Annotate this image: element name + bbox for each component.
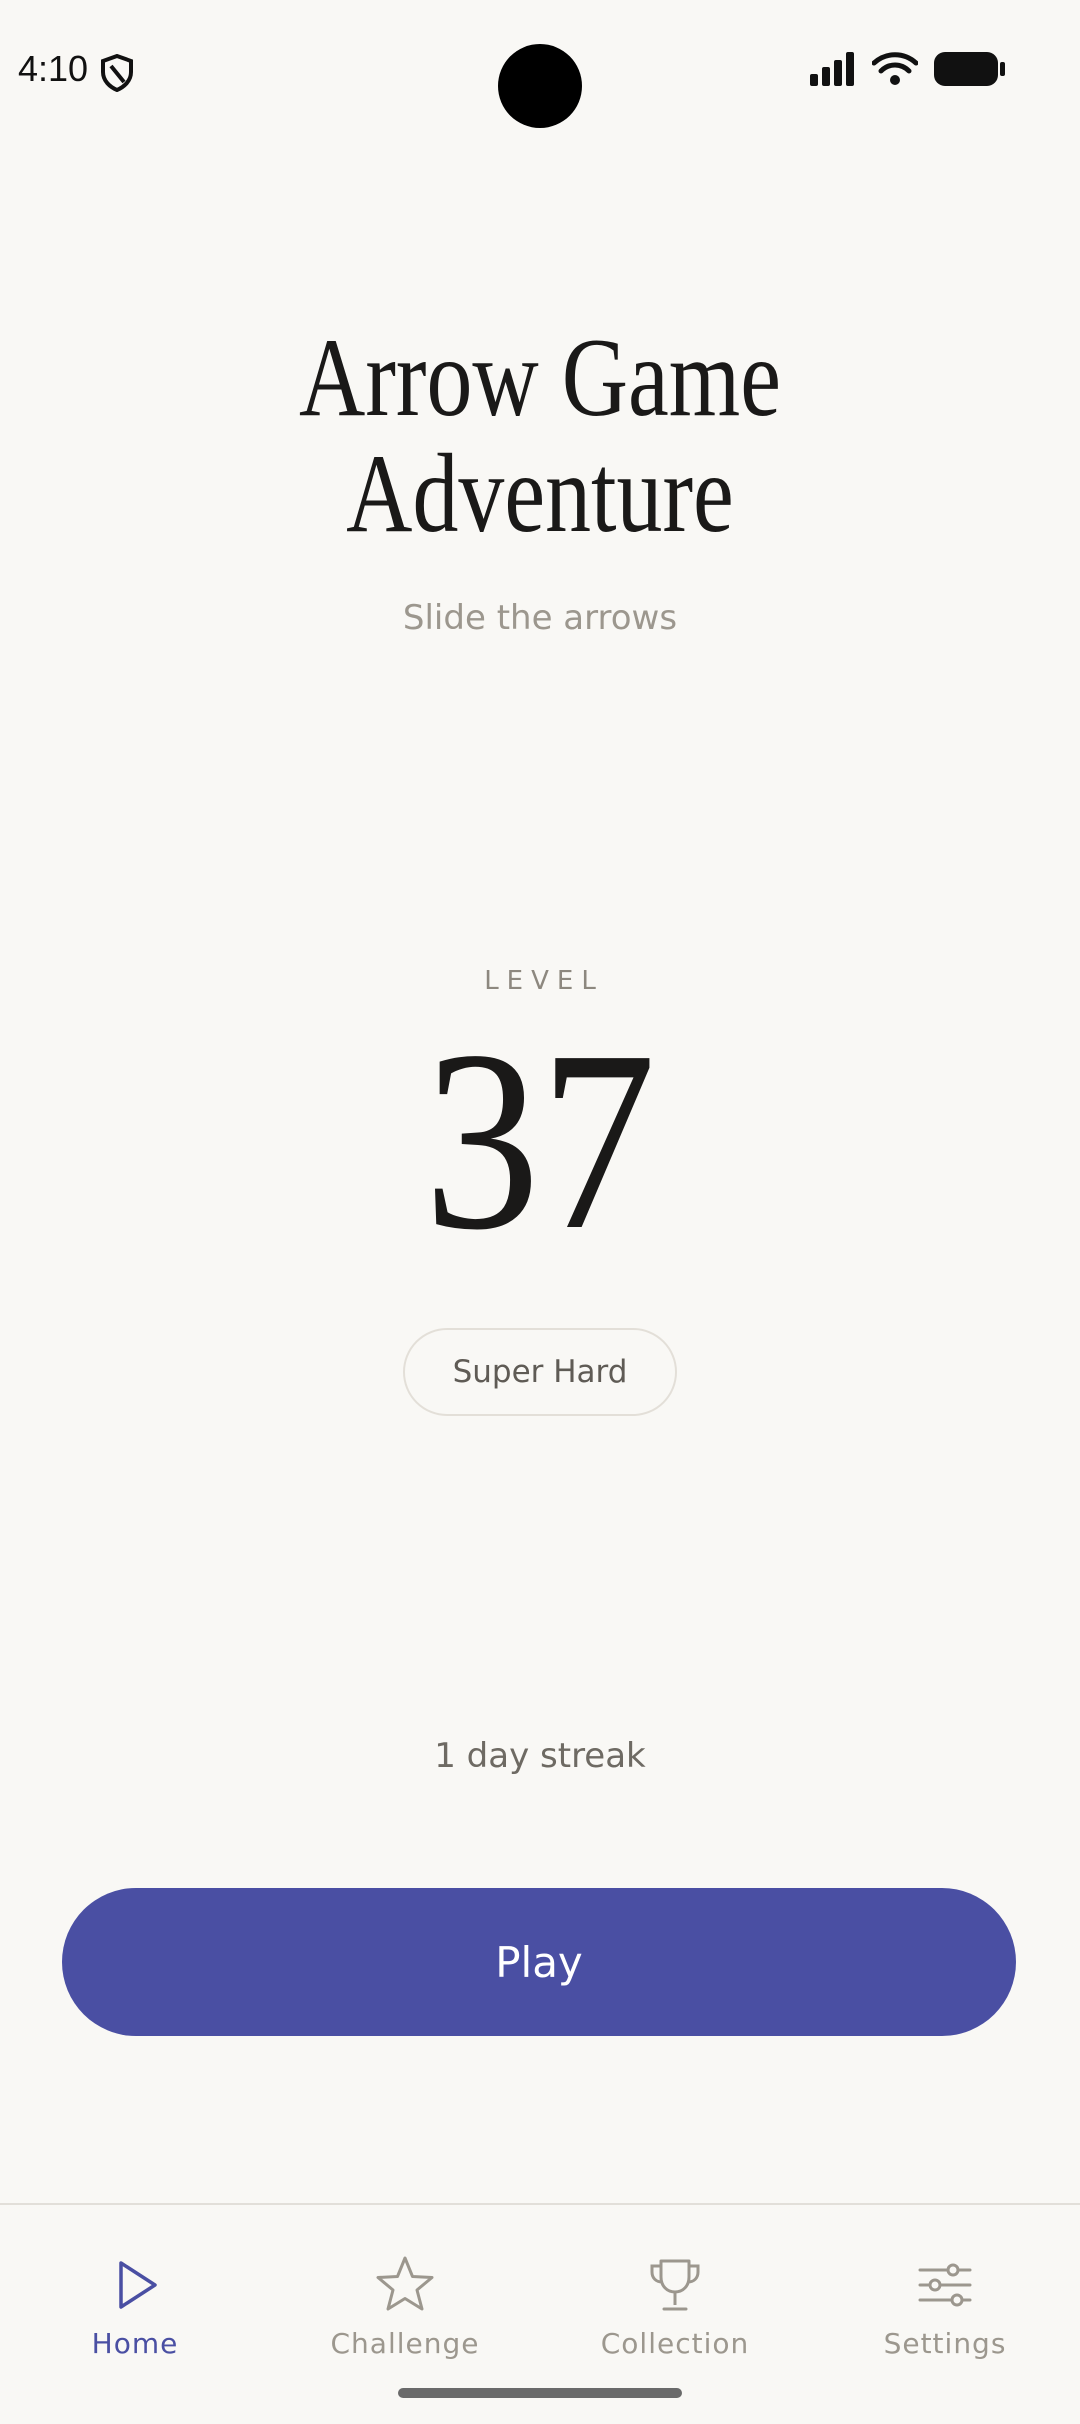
level-label: LEVEL (484, 966, 604, 996)
game-title: Arrow Game Adventure (299, 316, 781, 556)
home-indicator (398, 2388, 682, 2398)
play-button[interactable]: Play (62, 1888, 1016, 2036)
status-bar: 4:10 (0, 0, 1080, 140)
shield-icon (101, 54, 133, 92)
status-time: 4:10 (18, 48, 89, 89)
battery-icon (934, 52, 1005, 86)
nav-item-settings[interactable]: Settings (810, 2205, 1080, 2424)
signal-icon (810, 52, 854, 86)
level-number: 37 (423, 997, 657, 1283)
status-icons (810, 52, 1006, 86)
sliders-icon (918, 2263, 972, 2307)
nav-item-home[interactable]: Home (0, 2205, 270, 2424)
star-icon (376, 2256, 434, 2311)
play-button-label: Play (495, 1937, 583, 1987)
trophy-icon (650, 2259, 700, 2311)
front-camera (498, 44, 582, 128)
nav-label-settings: Settings (883, 2327, 1007, 2360)
play-triangle-icon (119, 2261, 157, 2309)
streak-text: 1 day streak (434, 1736, 646, 1776)
nav-label-home: Home (91, 2327, 179, 2360)
game-subtitle: Slide the arrows (402, 598, 678, 638)
difficulty-badge: Super Hard (403, 1328, 677, 1416)
nav-label-challenge: Challenge (330, 2327, 480, 2360)
nav-label-collection: Collection (600, 2327, 750, 2360)
wifi-icon (872, 52, 918, 85)
